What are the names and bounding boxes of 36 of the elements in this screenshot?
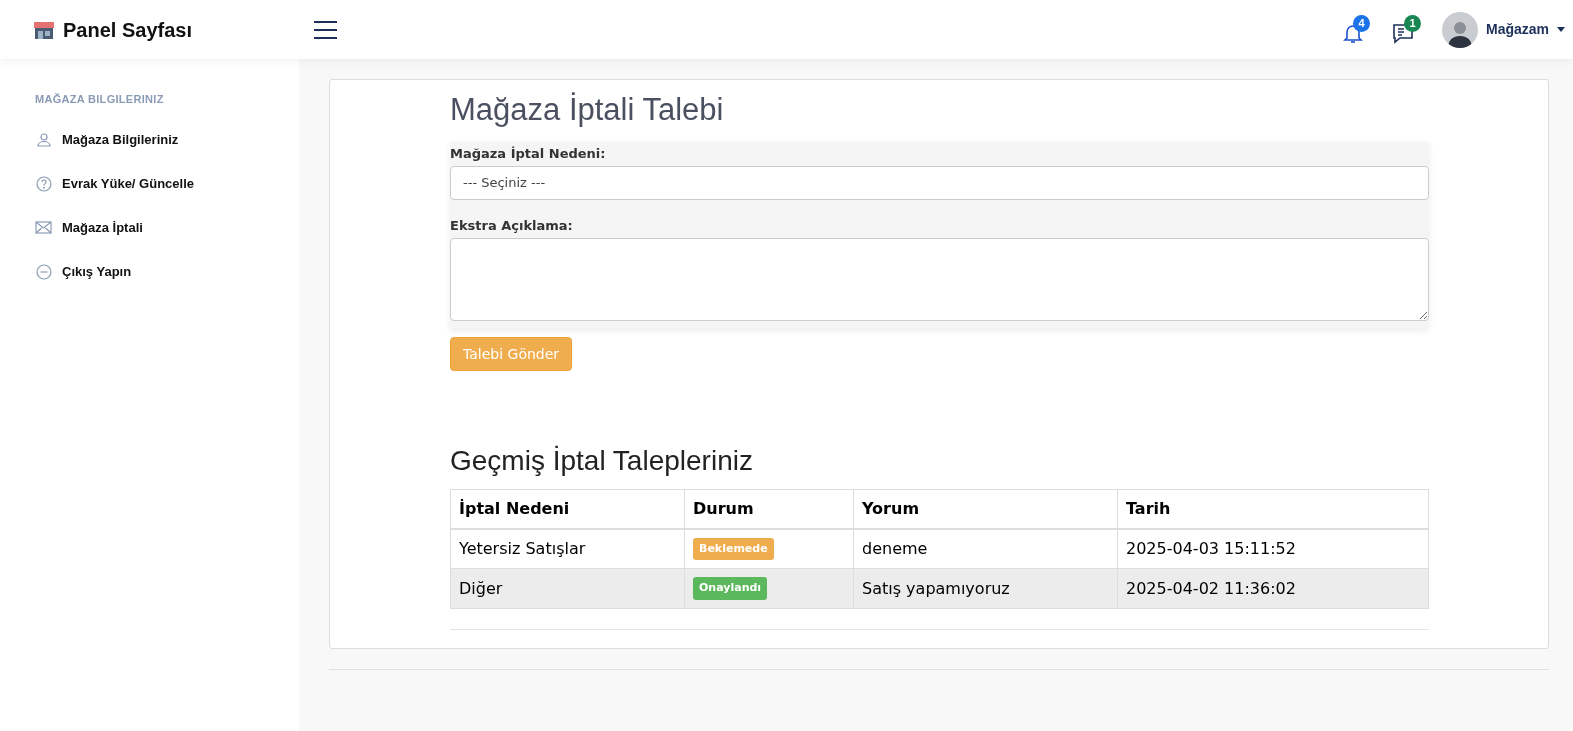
store-icon	[33, 19, 55, 40]
message-button[interactable]: 1	[1391, 14, 1422, 45]
field-label: Mağaza İptal Nedeni:	[450, 145, 607, 163]
column-header: İptal Nedeni	[450, 489, 685, 529]
minus-circle-icon	[35, 263, 52, 280]
sidebar-item[interactable]: Çıkış Yapın	[35, 249, 299, 294]
message-count: 1	[1403, 14, 1421, 32]
question-circle-icon	[35, 175, 52, 192]
table-cell: Yetersiz Satışlar	[450, 528, 685, 569]
section-title: Geçmiş İptal Talepleriniz	[450, 444, 754, 478]
sidebar-item[interactable]: Evrak Yüke/ Güncelle	[35, 161, 299, 206]
column-header: Durum	[684, 489, 854, 529]
table-cell: 2025-04-03 15:11:52	[1117, 528, 1429, 569]
table-cell: deneme	[853, 528, 1118, 569]
menu-icon[interactable]	[314, 20, 337, 39]
column-header: Yorum	[853, 489, 1118, 529]
notification-count: 4	[1352, 14, 1370, 32]
person-icon	[35, 131, 52, 148]
notification-button[interactable]: 4	[1341, 14, 1372, 45]
user-menu[interactable]: Mağazam	[1441, 11, 1565, 48]
sidebar-item[interactable]: Mağaza İptali	[35, 205, 299, 250]
page-title: Mağaza İptali Talebi	[450, 92, 725, 128]
envelope-icon	[35, 221, 52, 234]
status-badge: Onaylandı	[693, 577, 768, 600]
column-header: Tarih	[1117, 489, 1429, 529]
table-cell: Satış yapamıyoruz	[853, 568, 1118, 609]
avatar-icon	[1441, 11, 1478, 48]
caret-icon	[1557, 27, 1565, 32]
sidebar-heading: MAĞAZA BILGILERINIZ	[35, 92, 165, 107]
sidebar-item[interactable]: Mağaza Bilgileriniz	[35, 117, 299, 162]
table-cell: 2025-04-02 11:36:02	[1117, 568, 1429, 609]
reason-select[interactable]: --- Seçiniz ---	[450, 166, 1429, 200]
status-badge: Beklemede	[693, 537, 774, 560]
brand-title[interactable]: Panel Sayfası	[63, 14, 192, 45]
field-label: Ekstra Açıklama:	[450, 217, 574, 235]
table-cell: Diğer	[450, 568, 685, 609]
